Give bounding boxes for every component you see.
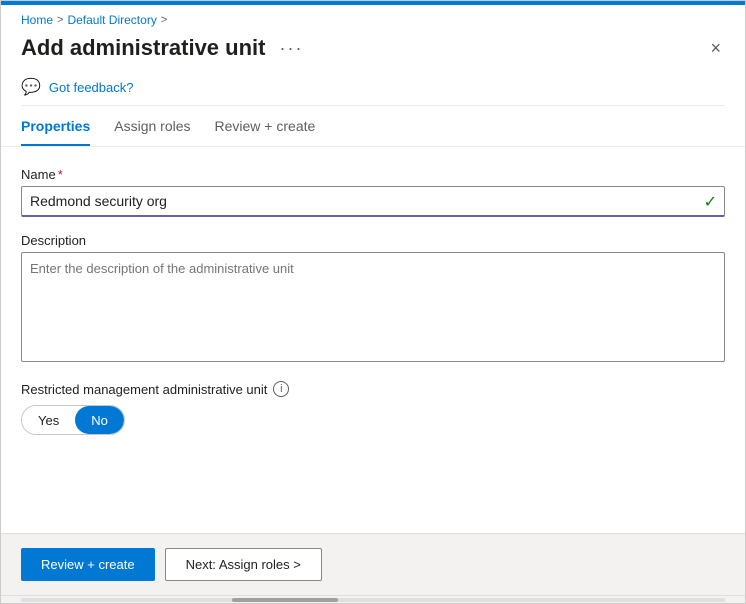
- check-icon: ✓: [704, 192, 717, 212]
- scrollbar-thumb[interactable]: [232, 598, 338, 602]
- name-input[interactable]: [21, 186, 725, 217]
- breadcrumb: Home > Default Directory >: [1, 5, 745, 31]
- toggle-yes-option[interactable]: Yes: [22, 406, 75, 434]
- close-button[interactable]: ×: [706, 35, 725, 61]
- restricted-management-section: Restricted management administrative uni…: [21, 381, 725, 435]
- info-icon[interactable]: i: [273, 381, 289, 397]
- tabs-row: Properties Assign roles Review + create: [1, 106, 745, 147]
- more-options-button[interactable]: ···: [275, 36, 307, 61]
- scrollbar-track: [21, 598, 725, 602]
- next-assign-roles-button[interactable]: Next: Assign roles >: [165, 548, 322, 581]
- toggle-no-option[interactable]: No: [75, 406, 124, 434]
- header-title-group: Add administrative unit ···: [21, 35, 307, 61]
- name-required-star: *: [58, 167, 63, 182]
- feedback-icon: 💬: [21, 77, 41, 97]
- review-create-button[interactable]: Review + create: [21, 548, 155, 581]
- breadcrumb-sep1: >: [57, 14, 63, 26]
- name-input-wrapper: ✓: [21, 186, 725, 217]
- tab-review-create[interactable]: Review + create: [215, 118, 316, 146]
- tab-assign-roles[interactable]: Assign roles: [114, 118, 190, 146]
- description-textarea[interactable]: [21, 252, 725, 362]
- toggle-label-row: Restricted management administrative uni…: [21, 381, 725, 397]
- name-label: Name *: [21, 167, 725, 182]
- feedback-row[interactable]: 💬 Got feedback?: [1, 69, 745, 105]
- description-form-group: Description: [21, 233, 725, 365]
- header-row: Add administrative unit ··· ×: [1, 31, 745, 69]
- breadcrumb-home[interactable]: Home: [21, 13, 53, 27]
- form-area: Name * ✓ Description Restricted manageme…: [1, 147, 745, 533]
- breadcrumb-directory[interactable]: Default Directory: [67, 13, 156, 27]
- feedback-label: Got feedback?: [49, 80, 134, 95]
- toggle-label-text: Restricted management administrative uni…: [21, 382, 267, 397]
- toggle-group: Yes No: [21, 405, 125, 435]
- footer-bar: Review + create Next: Assign roles >: [1, 533, 745, 595]
- name-form-group: Name * ✓: [21, 167, 725, 217]
- tab-properties[interactable]: Properties: [21, 118, 90, 146]
- description-label: Description: [21, 233, 725, 248]
- breadcrumb-sep2: >: [161, 14, 167, 26]
- modal-container: Home > Default Directory > Add administr…: [0, 0, 746, 604]
- scrollbar-row: [1, 595, 745, 603]
- page-title: Add administrative unit: [21, 35, 265, 61]
